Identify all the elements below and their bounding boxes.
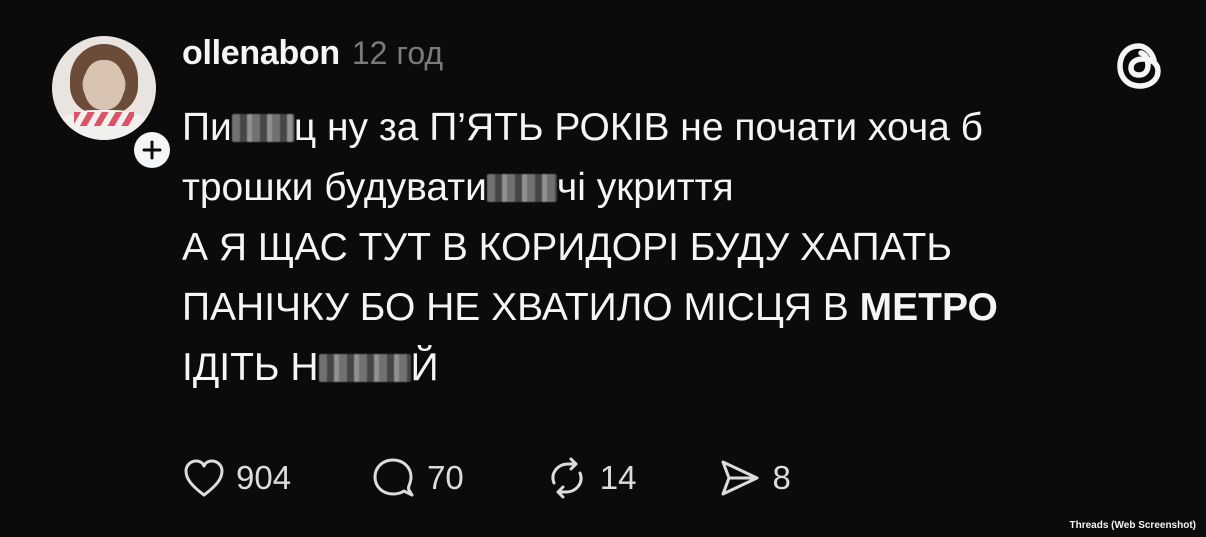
plus-icon <box>142 140 162 160</box>
post-time[interactable]: 12 год <box>352 35 443 72</box>
repost-button[interactable]: 14 <box>544 456 637 500</box>
censor-blur <box>231 113 294 142</box>
post-line-5: ІДІТЬ НЙ <box>182 346 439 389</box>
send-icon <box>721 460 758 496</box>
share-count: 8 <box>772 459 791 496</box>
post-line-4: ПАНІЧКУ БО НЕ ХВАТИЛО МІСЦЯ В МЕТРО <box>182 286 998 329</box>
avatar[interactable] <box>52 36 156 140</box>
post-line-2: трошки будувати чі укриття <box>182 166 734 209</box>
censor-blur <box>486 173 557 202</box>
reply-button[interactable]: 70 <box>371 456 464 500</box>
threads-post: ollenabon 12 год Пи ц ну за П’ЯТЬ РОКІВ н… <box>0 0 1206 537</box>
post-header: ollenabon 12 год <box>182 34 443 78</box>
reply-count: 70 <box>427 459 464 496</box>
threads-logo-icon[interactable] <box>1114 40 1166 92</box>
action-bar: 904 70 14 8 <box>182 456 871 500</box>
post-line-3: А Я ЩАС ТУТ В КОРИДОРІ БУДУ ХАПАТЬ <box>182 226 952 269</box>
username-link[interactable]: ollenabon <box>182 34 340 73</box>
like-button[interactable]: 904 <box>182 457 291 499</box>
repost-icon <box>551 457 583 499</box>
image-credit: Threads (Web Screenshot) <box>1069 520 1196 531</box>
heart-icon <box>184 459 224 497</box>
avatar-container <box>52 36 174 172</box>
comment-icon <box>373 458 414 497</box>
post-body: Пи ц ну за П’ЯТЬ РОКІВ не почати хоча б т… <box>182 98 1182 398</box>
post-line-1: Пи ц ну за П’ЯТЬ РОКІВ не почати хоча б <box>182 106 984 149</box>
like-count: 904 <box>236 459 292 496</box>
share-button[interactable]: 8 <box>717 456 791 500</box>
follow-button[interactable] <box>130 128 174 172</box>
repost-count: 14 <box>599 459 637 496</box>
censor-blur <box>318 353 411 382</box>
